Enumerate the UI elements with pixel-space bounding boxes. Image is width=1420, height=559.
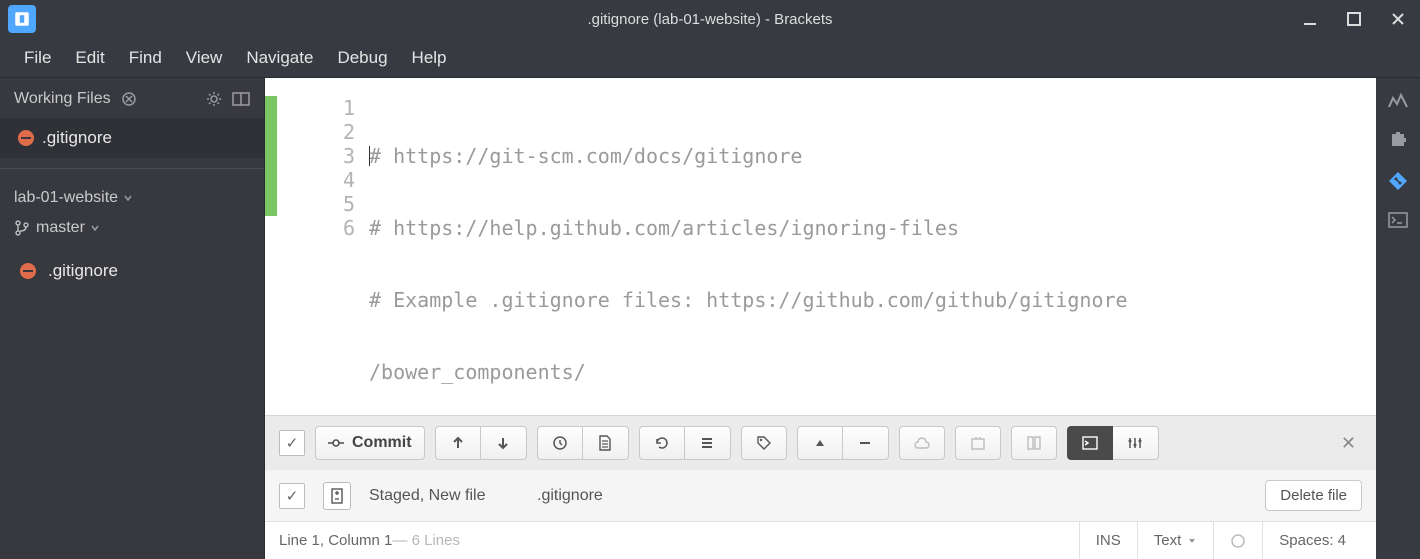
live-preview-icon[interactable] <box>1387 92 1409 110</box>
menu-debug[interactable]: Debug <box>327 44 397 72</box>
split-view-icon[interactable] <box>232 92 250 106</box>
git-file-row[interactable]: ✓ Staged, New file .gitignore Delete fil… <box>265 470 1376 521</box>
line-numbers: 1 2 3 4 5 6 <box>277 78 369 415</box>
spaces-selector[interactable]: Spaces: 4 <box>1262 522 1362 559</box>
commit-button[interactable]: Commit <box>315 426 425 460</box>
project-selector[interactable]: lab-01-website <box>14 183 250 213</box>
delete-file-button[interactable]: Delete file <box>1265 480 1362 511</box>
menu-find[interactable]: Find <box>119 44 172 72</box>
terminal-button[interactable] <box>1067 426 1113 460</box>
history-button[interactable] <box>537 426 583 460</box>
working-files-label: Working Files <box>14 90 111 108</box>
code-editor[interactable]: 1 2 3 4 5 6 # https://git-scm.com/docs/g… <box>265 78 1376 415</box>
maximize-button[interactable] <box>1332 0 1376 38</box>
refresh-icon <box>654 435 670 451</box>
caret-up-icon <box>814 438 826 448</box>
tag-button[interactable] <box>741 426 787 460</box>
chevron-down-icon <box>1187 537 1197 545</box>
list-icon <box>700 436 714 450</box>
lint-status[interactable] <box>1213 522 1262 559</box>
branch-selector[interactable]: master <box>14 213 250 243</box>
code-content[interactable]: # https://git-scm.com/docs/gitignore # h… <box>369 78 1376 415</box>
commit-icon <box>328 435 344 451</box>
modified-indicator-icon <box>18 261 38 281</box>
git-icon[interactable] <box>1387 170 1409 192</box>
cursor-position[interactable]: Line 1, Column 1 <box>279 532 392 549</box>
language-selector[interactable]: Text <box>1137 522 1214 559</box>
diff-icon <box>330 488 344 504</box>
file-tree-name: .gitignore <box>48 261 118 281</box>
git-panel: ✓ Commit <box>265 415 1376 521</box>
cloud-button[interactable] <box>899 426 945 460</box>
chevron-down-icon <box>91 224 99 232</box>
circle-icon <box>1230 533 1246 549</box>
extensions-icon[interactable] <box>1388 130 1408 150</box>
stash-icon <box>970 435 986 451</box>
brackets-logo <box>8 5 36 33</box>
menu-navigate[interactable]: Navigate <box>236 44 323 72</box>
branch-name: master <box>36 219 85 237</box>
menu-edit[interactable]: Edit <box>65 44 114 72</box>
menu-file[interactable]: File <box>14 44 61 72</box>
chevron-down-icon <box>124 194 132 202</box>
expand-button[interactable] <box>797 426 843 460</box>
project-name: lab-01-website <box>14 189 118 207</box>
sliders-icon <box>1127 436 1143 450</box>
git-gutter <box>265 78 277 415</box>
menu-help[interactable]: Help <box>402 44 457 72</box>
close-all-icon[interactable] <box>121 91 137 107</box>
select-all-checkbox[interactable]: ✓ <box>279 430 305 456</box>
right-toolbar <box>1376 78 1420 559</box>
file-status: Staged, New file <box>369 487 519 505</box>
panel-close-button[interactable]: ✕ <box>1335 433 1362 454</box>
file-history-button[interactable] <box>583 426 629 460</box>
cloud-icon <box>913 436 931 450</box>
working-file-item[interactable]: .gitignore <box>0 118 264 158</box>
modified-indicator-icon <box>16 128 36 148</box>
menu-bar: File Edit Find View Navigate Debug Help <box>0 38 1420 78</box>
gear-icon[interactable] <box>206 91 222 107</box>
menu-view[interactable]: View <box>176 44 233 72</box>
terminal-icon <box>1082 436 1098 450</box>
compare-button[interactable] <box>1011 426 1057 460</box>
staged-file-name: .gitignore <box>537 487 1247 505</box>
diff-button[interactable] <box>323 482 351 510</box>
minus-icon <box>859 441 871 445</box>
status-bar: Line 1, Column 1 — 6 Lines INS Text Spac… <box>265 521 1376 559</box>
refresh-button[interactable] <box>639 426 685 460</box>
file-icon <box>598 435 612 451</box>
title-bar: .gitignore (lab-01-website) - Brackets <box>0 0 1420 38</box>
collapse-button[interactable] <box>843 426 889 460</box>
compare-icon <box>1026 435 1042 451</box>
stash-button[interactable] <box>955 426 1001 460</box>
sidebar: Working Files .gitignore lab-01-website … <box>0 78 265 559</box>
list-button[interactable] <box>685 426 731 460</box>
settings-button[interactable] <box>1113 426 1159 460</box>
console-icon[interactable] <box>1388 212 1408 228</box>
arrow-down-icon <box>496 436 510 450</box>
branch-icon <box>14 220 30 236</box>
window-title: .gitignore (lab-01-website) - Brackets <box>587 11 832 28</box>
file-tree-item[interactable]: .gitignore <box>0 249 264 293</box>
close-button[interactable] <box>1376 0 1420 38</box>
tag-icon <box>756 435 772 451</box>
push-button[interactable] <box>435 426 481 460</box>
arrow-up-icon <box>451 436 465 450</box>
file-checkbox[interactable]: ✓ <box>279 483 305 509</box>
working-file-name: .gitignore <box>42 128 112 147</box>
minimize-button[interactable] <box>1288 0 1332 38</box>
insert-mode[interactable]: INS <box>1079 522 1137 559</box>
pull-button[interactable] <box>481 426 527 460</box>
history-icon <box>552 435 568 451</box>
lines-count: — 6 Lines <box>392 532 460 549</box>
